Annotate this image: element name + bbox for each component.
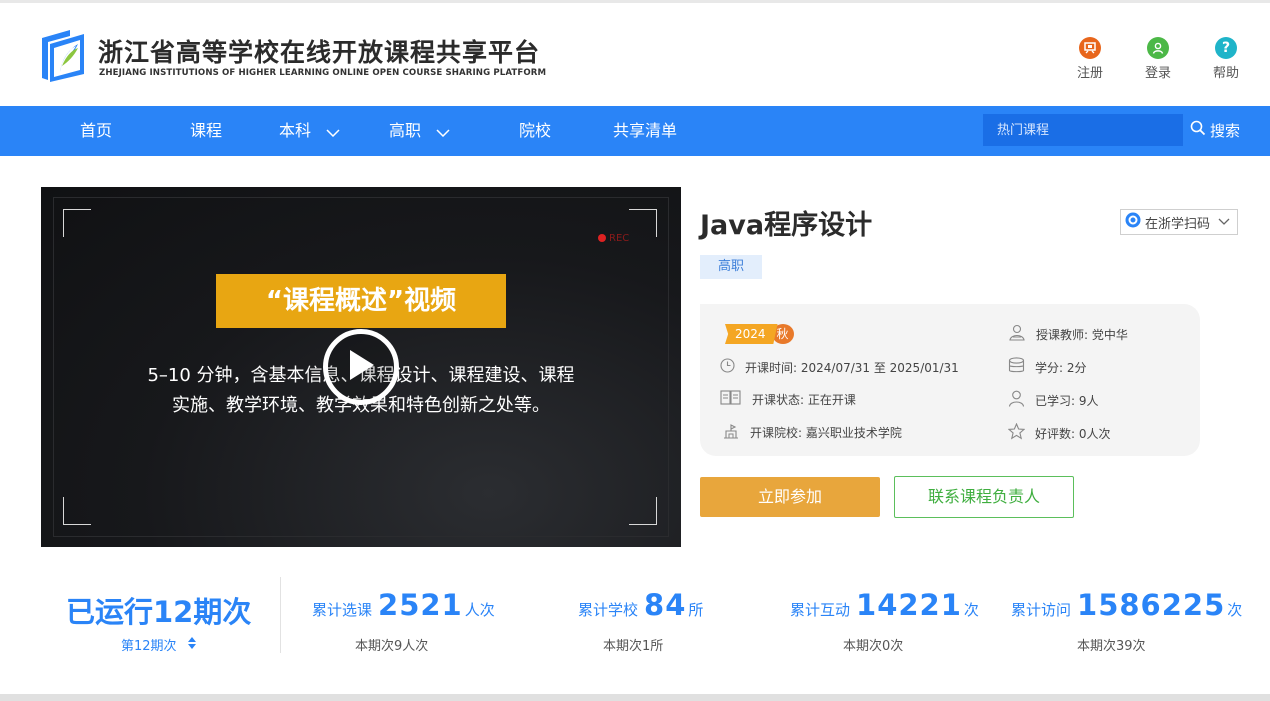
stat-label: 累计互动 [790, 601, 851, 619]
stat-schools-sub: 本期次1所 [603, 639, 664, 654]
nav-schools[interactable]: 院校 [519, 106, 551, 156]
term-year: 2024 [725, 324, 778, 344]
stat-visits-sub: 本期次39次 [1077, 639, 1146, 654]
video-banner: “课程概述”视频 [216, 274, 506, 328]
stat-value: 1586225 [1077, 588, 1226, 622]
stat-unit: 次 [1227, 601, 1243, 619]
stat-enrollments-sub: 本期次9人次 [355, 639, 429, 654]
stat-unit: 次 [963, 601, 979, 619]
stat-unit: 所 [688, 601, 704, 619]
open-time-text: 开课时间: 2024/07/31 至 2025/01/31 [745, 360, 959, 375]
help-label: 帮助 [1212, 66, 1239, 81]
help-link[interactable]: ? 帮助 [1206, 37, 1246, 81]
credit-text: 学分: 2分 [1035, 360, 1087, 375]
stat-label: 累计访问 [1011, 601, 1072, 619]
stat-label: 累计学校 [578, 601, 639, 619]
chevron-down-icon [436, 107, 450, 157]
chevron-down-icon [326, 107, 340, 157]
nav-courses[interactable]: 课程 [190, 106, 222, 156]
info-teacher: 授课教师: 党中华 [1008, 324, 1128, 344]
star-icon [1007, 422, 1035, 443]
stat-schools: 累计学校 84 所 [578, 588, 704, 622]
info-reviews: 好评数: 0人次 [1007, 422, 1111, 443]
register-label: 注册 [1076, 66, 1103, 81]
join-course-button[interactable]: 立即参加 [700, 477, 880, 517]
site-subtitle: ZHEJIANG INSTITUTIONS OF HIGHER LEARNING… [99, 68, 547, 78]
status-text: 开课状态: 正在开课 [752, 392, 856, 407]
term-badge: 2024 秋 [725, 324, 794, 344]
level-tag: 高职 [700, 255, 762, 279]
info-credit: 学分: 2分 [1008, 357, 1087, 377]
search-button-label: 搜索 [1210, 122, 1241, 140]
register-icon [1079, 37, 1101, 59]
site-title: 浙江省高等学校在线开放课程共享平台 [98, 38, 541, 67]
info-open-time: 开课时间: 2024/07/31 至 2025/01/31 [720, 358, 959, 376]
info-learners: 已学习: 9人 [1008, 390, 1099, 410]
sort-arrows-icon [187, 636, 197, 654]
stat-enrollments: 累计选课 2521 人次 [312, 588, 495, 622]
user-icon [1147, 37, 1169, 59]
stats-divider [280, 577, 281, 653]
stat-label: 累计选课 [312, 601, 373, 619]
nav-home[interactable]: 首页 [80, 106, 112, 156]
nav-vocational[interactable]: 高职 [389, 106, 450, 156]
learners-text: 已学习: 9人 [1035, 393, 1099, 408]
course-info-panel: 2024 秋 开课时间: 2024/07/31 至 2025/01/31 开课状… [700, 304, 1200, 456]
site-header: 浙江省高等学校在线开放课程共享平台 ZHEJIANG INSTITUTIONS … [0, 3, 1270, 106]
search-button[interactable]: 搜索 [1190, 106, 1240, 156]
term-selector[interactable]: 第12期次 [121, 635, 197, 654]
login-link[interactable]: 登录 [1138, 37, 1178, 81]
school-text: 开课院校: 嘉兴职业技术学院 [750, 426, 902, 440]
stat-value: 14221 [856, 588, 962, 622]
course-title: Java程序设计 [700, 210, 873, 241]
book-icon [720, 390, 752, 408]
info-school: 开课院校: 嘉兴职业技术学院 [722, 423, 902, 442]
reviews-text: 好评数: 0人次 [1035, 426, 1111, 441]
stat-interactions-sub: 本期次0次 [843, 639, 904, 654]
stat-value: 2521 [378, 588, 463, 622]
bottom-border [0, 694, 1270, 701]
frame-corner [63, 497, 91, 525]
course-video-player[interactable]: REC “课程概述”视频 5–10 分钟，含基本信息、课程设计、课程建设、课程 … [41, 187, 681, 547]
info-status: 开课状态: 正在开课 [720, 390, 856, 408]
register-link[interactable]: 注册 [1070, 37, 1110, 81]
person-icon [1008, 390, 1035, 410]
help-icon: ? [1215, 37, 1237, 59]
stat-value: 84 [644, 588, 687, 622]
nav-undergrad[interactable]: 本科 [279, 106, 340, 156]
search-input[interactable] [983, 114, 1183, 146]
play-button[interactable] [323, 329, 399, 405]
school-icon [722, 423, 750, 442]
database-icon [1008, 357, 1035, 377]
search-icon [1190, 106, 1206, 156]
frame-corner [63, 209, 91, 237]
chevron-down-icon [1218, 215, 1230, 230]
main-nav: 首页 课程 本科 高职 院校 共享清单 搜索 [0, 106, 1270, 156]
rec-indicator: REC [598, 233, 629, 244]
nav-share-list[interactable]: 共享清单 [613, 106, 677, 156]
teacher-text: 授课教师: 党中华 [1036, 327, 1128, 342]
login-label: 登录 [1144, 66, 1171, 81]
frame-corner [629, 209, 657, 237]
nav-undergrad-label: 本科 [279, 121, 312, 140]
scan-label: 在浙学扫码 [1145, 216, 1211, 232]
term-selector-label: 第12期次 [121, 639, 177, 654]
run-count-title: 已运行12期次 [66, 595, 252, 629]
play-icon [346, 348, 376, 386]
stat-interactions: 累计互动 14221 次 [790, 588, 979, 622]
teacher-icon [1008, 324, 1036, 344]
contact-owner-button[interactable]: 联系课程负责人 [894, 476, 1074, 518]
stat-unit: 人次 [464, 601, 495, 619]
frame-corner [629, 497, 657, 525]
clock-icon [720, 358, 745, 376]
platform-logo-icon[interactable] [40, 26, 88, 84]
scan-dropdown[interactable]: 在浙学扫码 [1120, 209, 1238, 235]
stat-visits: 累计访问 1586225 次 [1011, 588, 1243, 622]
nav-vocational-label: 高职 [389, 121, 422, 140]
zhexue-logo-icon [1125, 212, 1141, 232]
